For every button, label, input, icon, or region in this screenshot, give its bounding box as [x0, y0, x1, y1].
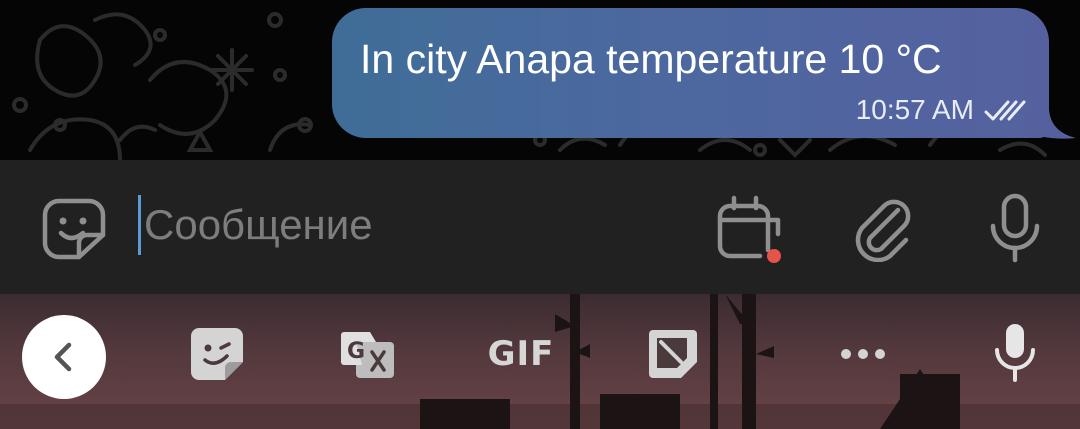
keyboard-toolbar: G GIF: [0, 294, 1080, 429]
keyboard-translate-button[interactable]: G: [338, 326, 398, 382]
sticker-icon: [191, 328, 243, 380]
message-meta: 10:57 AM: [856, 92, 1032, 128]
clipboard-icon: [649, 330, 697, 378]
voice-message-button[interactable]: [984, 192, 1046, 264]
more-dots-icon: [841, 349, 885, 359]
translate-icon: G: [341, 332, 394, 378]
bubble-tail: [1038, 110, 1076, 139]
gif-icon: GIF: [487, 334, 555, 374]
schedule-message-button[interactable]: [714, 194, 786, 266]
keyboard-clipboard-button[interactable]: [644, 325, 702, 383]
double-check-icon: [984, 100, 1026, 121]
svg-text:G: G: [347, 339, 365, 364]
message-input-bar: Сообщение: [0, 160, 1080, 294]
chat-area: In city Anapa temperature 10 °C 10:57 AM: [0, 0, 1080, 160]
keyboard-more-button[interactable]: [838, 340, 888, 368]
text-caret: [138, 195, 141, 255]
keyboard-gif-button[interactable]: GIF: [486, 330, 556, 378]
message-text: In city Anapa temperature 10 °C: [360, 36, 942, 82]
screen: In city Anapa temperature 10 °C 10:57 AM: [0, 0, 1080, 429]
keyboard-sticker-button[interactable]: [186, 324, 248, 384]
message-input[interactable]: Сообщение: [132, 190, 692, 260]
back-chevron-icon: [54, 342, 72, 372]
attach-button[interactable]: [850, 194, 916, 264]
message-time: 10:57 AM: [855, 94, 974, 125]
schedule-calendar-icon: [717, 195, 781, 263]
keyboard-back-button[interactable]: [22, 315, 106, 399]
microphone-icon: [990, 193, 1040, 263]
sticker-icon: [42, 198, 106, 260]
keyboard-voice-input-button[interactable]: [988, 320, 1042, 386]
sticker-button[interactable]: [38, 195, 110, 263]
paperclip-icon: [855, 199, 911, 262]
voice-input-icon: [995, 324, 1035, 382]
message-input-placeholder: Сообщение: [144, 201, 373, 248]
